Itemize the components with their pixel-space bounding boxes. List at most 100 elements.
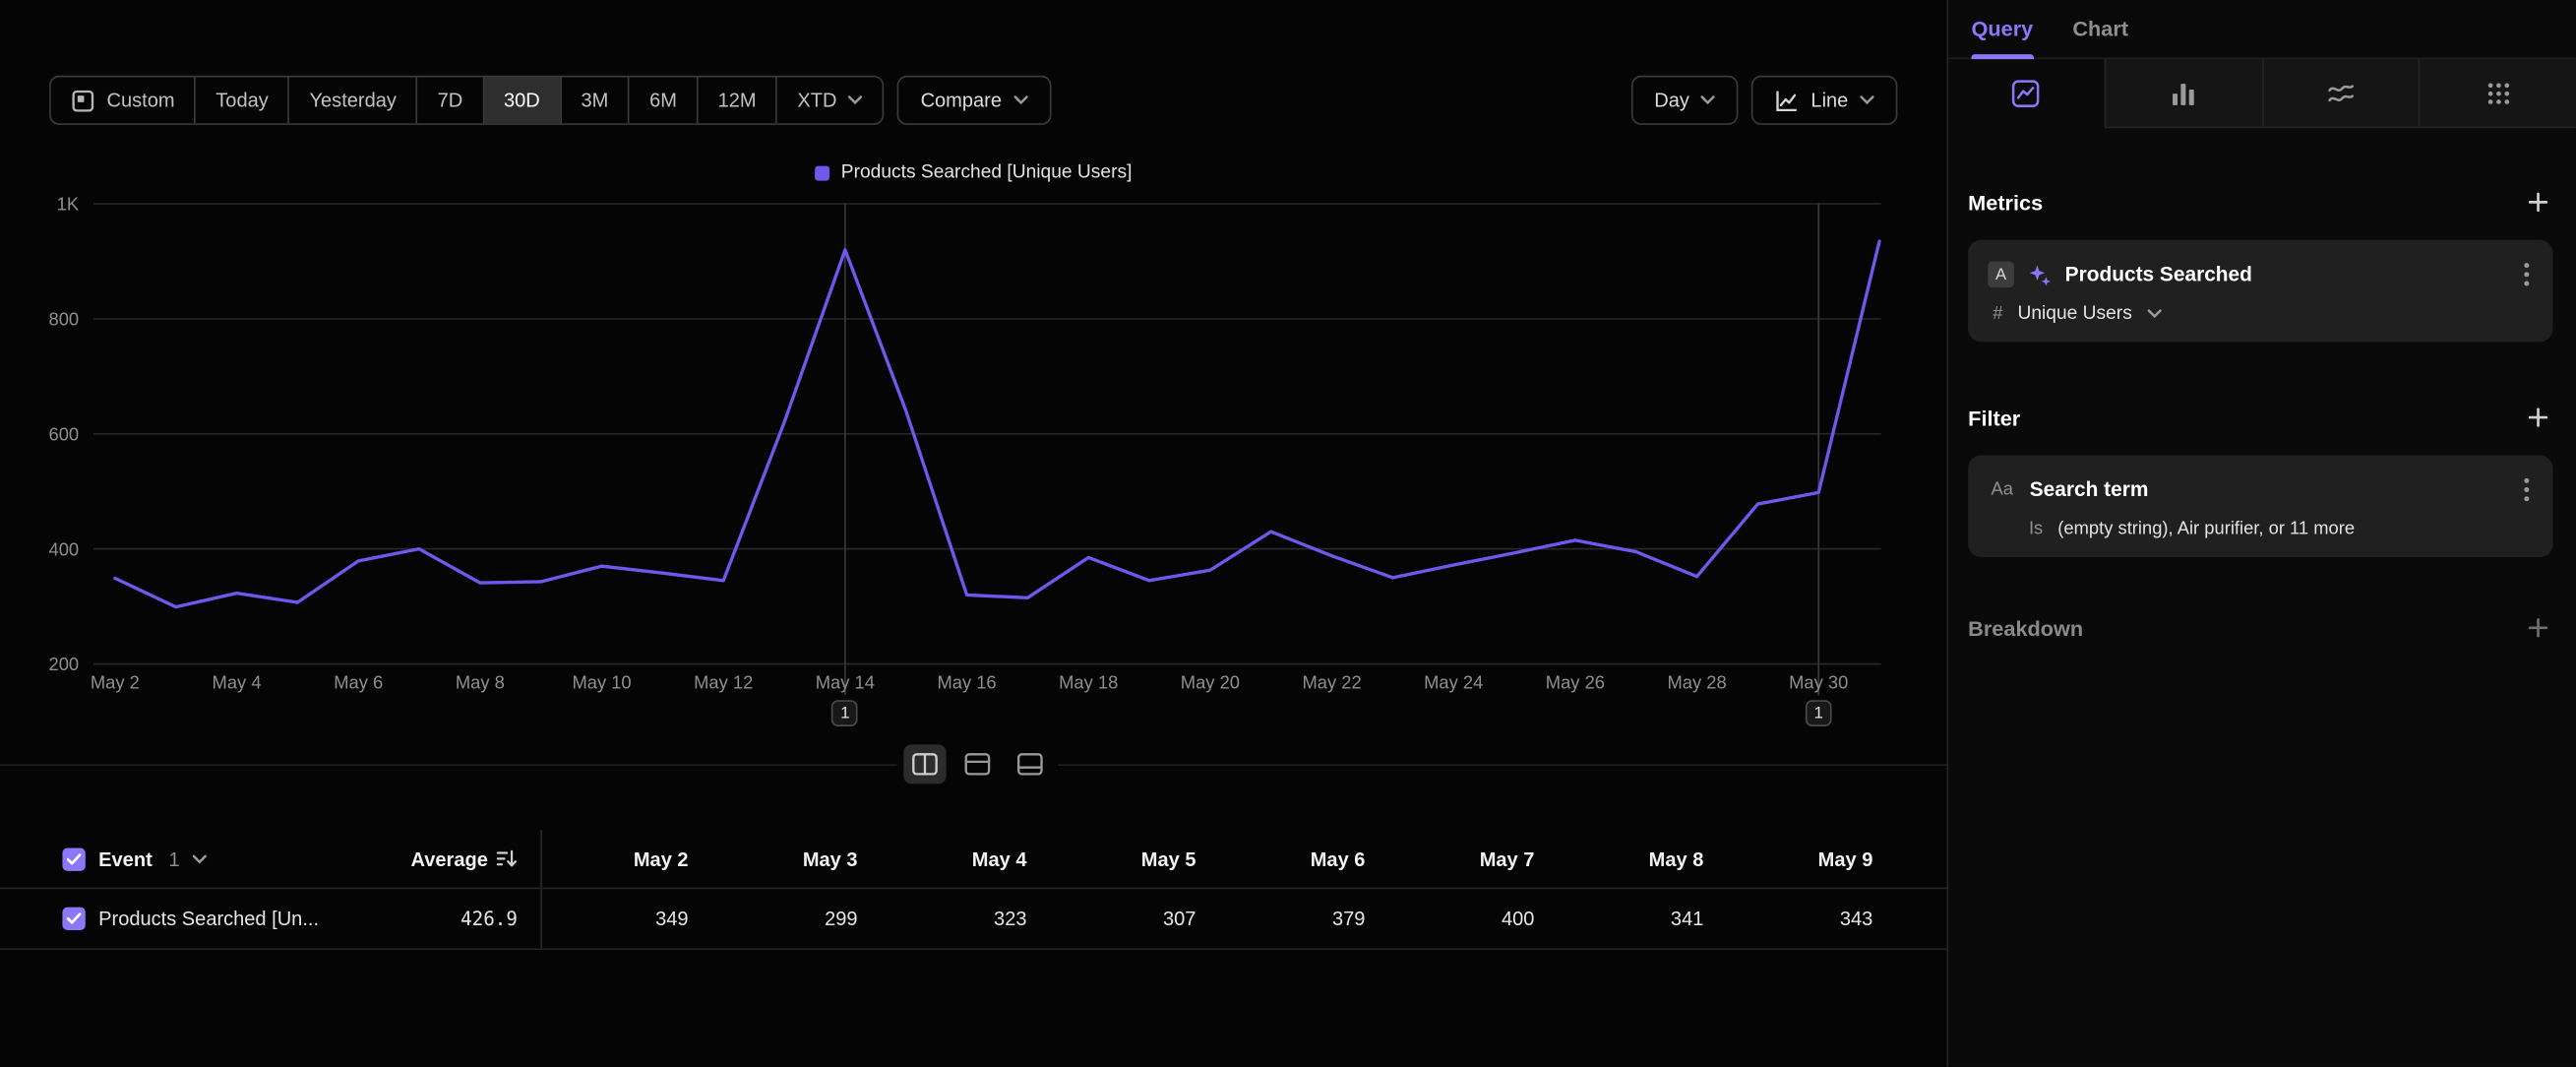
layout-chart-only-button[interactable]: [956, 744, 999, 784]
date-controls: Custom Today Yesterday 7D 30D 3M 6M 12M …: [49, 76, 1051, 125]
column-header[interactable]: May 5: [1050, 830, 1219, 887]
x-tick-label: May 4: [213, 672, 262, 693]
range-yesterday-button[interactable]: Yesterday: [288, 77, 416, 123]
chart-area: Products Searched [Unique Users] 2004006…: [0, 157, 1946, 748]
annotation-badge[interactable]: 1: [832, 700, 859, 726]
sort-icon: [496, 848, 518, 870]
metric-menu-button[interactable]: [2520, 258, 2533, 290]
value-cell: 400: [1388, 889, 1558, 948]
add-breakdown-button[interactable]: [2524, 613, 2553, 643]
range-12m-button[interactable]: 12M: [697, 77, 776, 123]
range-xtd-button[interactable]: XTD: [776, 77, 884, 123]
measure-selector[interactable]: # Unique Users: [1988, 304, 2533, 324]
chevron-down-icon: [848, 95, 863, 105]
range-3m-button[interactable]: 3M: [560, 77, 629, 123]
filter-menu-button[interactable]: [2520, 473, 2533, 506]
range-6m-button[interactable]: 6M: [628, 77, 697, 123]
x-tick-label: May 8: [456, 672, 505, 693]
filter-card[interactable]: Aa Search term Is (empty string), Air pu…: [1968, 455, 2552, 557]
column-header[interactable]: May 4: [881, 830, 1050, 887]
filter-heading: Filter: [1968, 406, 2020, 430]
average-header-cell[interactable]: Average: [378, 830, 542, 887]
line-chart-icon: [1775, 88, 1800, 112]
breakdown-heading: Breakdown: [1968, 615, 2083, 640]
layout-single-pane-icon: [1016, 753, 1043, 776]
custom-range-icon: [71, 88, 95, 112]
chevron-down-icon: [1860, 95, 1874, 105]
granularity-button[interactable]: Day: [1631, 76, 1739, 125]
tab-bar-chart[interactable]: [2104, 59, 2261, 128]
tab-area-chart[interactable]: [2261, 59, 2419, 128]
column-header-label: May 8: [1649, 847, 1704, 870]
chart-type-button[interactable]: Line: [1751, 76, 1897, 125]
x-tick-label: May 16: [937, 672, 996, 693]
range-label: Custom: [107, 89, 175, 111]
range-7d-button[interactable]: 7D: [416, 77, 482, 123]
layout-toggle-group: [897, 743, 1059, 785]
check-icon: [66, 912, 83, 925]
column-header[interactable]: May 8: [1558, 830, 1727, 887]
table-header-row: Event 1 Average May 2 May 3 May: [0, 830, 1946, 889]
select-all-checkbox[interactable]: [62, 847, 85, 870]
event-header-cell: Event 1: [49, 830, 378, 887]
average-cell: 426.9: [378, 889, 542, 948]
check-icon: [66, 852, 83, 865]
grid-dots-tab-icon: [2484, 78, 2513, 107]
line-chart[interactable]: 2004006008001KMay 2May 4May 6May 8May 10…: [0, 157, 1946, 748]
y-tick-label: 200: [49, 654, 80, 674]
tab-query[interactable]: Query: [1972, 0, 2034, 58]
cell-value: 379: [1332, 908, 1365, 930]
panel-tab-bar: Query Chart: [1948, 0, 2576, 59]
measure-label: Unique Users: [2017, 304, 2131, 324]
tab-chart[interactable]: Chart: [2072, 0, 2128, 58]
add-filter-button[interactable]: [2524, 403, 2553, 432]
layout-table-only-button[interactable]: [1009, 744, 1051, 784]
x-tick-label: May 30: [1789, 672, 1848, 693]
range-30d-button[interactable]: 30D: [482, 77, 559, 123]
range-label: 30D: [504, 89, 540, 111]
average-header-label: Average: [411, 847, 488, 870]
date-range-segmented-control: Custom Today Yesterday 7D 30D 3M 6M 12M …: [49, 76, 885, 125]
x-tick-label: May 2: [91, 672, 140, 693]
compare-button[interactable]: Compare: [897, 76, 1051, 125]
add-metric-button[interactable]: [2524, 187, 2553, 217]
metrics-heading: Metrics: [1968, 190, 2043, 215]
x-tick-label: May 14: [816, 672, 875, 693]
metric-card[interactable]: A Products Searched # Unique Users: [1968, 240, 2552, 343]
column-header-label: May 6: [1311, 847, 1366, 870]
line-chart-tab-icon: [2011, 78, 2041, 107]
filter-section-header: Filter: [1968, 403, 2552, 432]
annotation-badge[interactable]: 1: [1806, 700, 1832, 726]
column-header-label: May 9: [1818, 847, 1873, 870]
filter-condition[interactable]: Is (empty string), Air purifier, or 11 m…: [1988, 520, 2533, 539]
layout-split-view-button[interactable]: [903, 744, 946, 784]
metric-name: Products Searched: [2065, 263, 2507, 285]
row-checkbox[interactable]: [62, 908, 85, 930]
table-row[interactable]: Products Searched [Un... 426.9 349 299 3…: [0, 889, 1946, 950]
ai-sparkle-icon: [2027, 262, 2052, 286]
range-label: XTD: [797, 89, 836, 111]
column-header-label: May 7: [1480, 847, 1535, 870]
column-header[interactable]: May 6: [1219, 830, 1388, 887]
column-header[interactable]: May 9: [1727, 830, 1896, 887]
chart-type-tab-strip: [1948, 59, 2576, 128]
chart-toolbar: Custom Today Yesterday 7D 30D 3M 6M 12M …: [49, 76, 1897, 125]
x-tick-label: May 6: [334, 672, 383, 693]
chevron-down-icon[interactable]: [193, 853, 208, 863]
tab-label: Query: [1972, 17, 2034, 41]
tab-line-chart[interactable]: [1948, 59, 2104, 128]
range-today-button[interactable]: Today: [195, 77, 288, 123]
metric-card-title-row: A Products Searched: [1988, 258, 2533, 290]
query-panel: Query Chart: [1946, 0, 2575, 1067]
app-root: Custom Today Yesterday 7D 30D 3M 6M 12M …: [0, 0, 2576, 1067]
x-tick-label: May 18: [1059, 672, 1118, 693]
series-line[interactable]: [115, 241, 1879, 607]
range-custom-button[interactable]: Custom: [51, 77, 195, 123]
column-header[interactable]: May 7: [1388, 830, 1558, 887]
active-tab-underline: [1972, 53, 2034, 58]
cell-value: 400: [1502, 908, 1534, 930]
column-header[interactable]: May 3: [711, 830, 881, 887]
tab-more-charts[interactable]: [2419, 59, 2576, 128]
column-header-label: May 5: [1141, 847, 1196, 870]
column-header[interactable]: May 2: [542, 830, 711, 887]
